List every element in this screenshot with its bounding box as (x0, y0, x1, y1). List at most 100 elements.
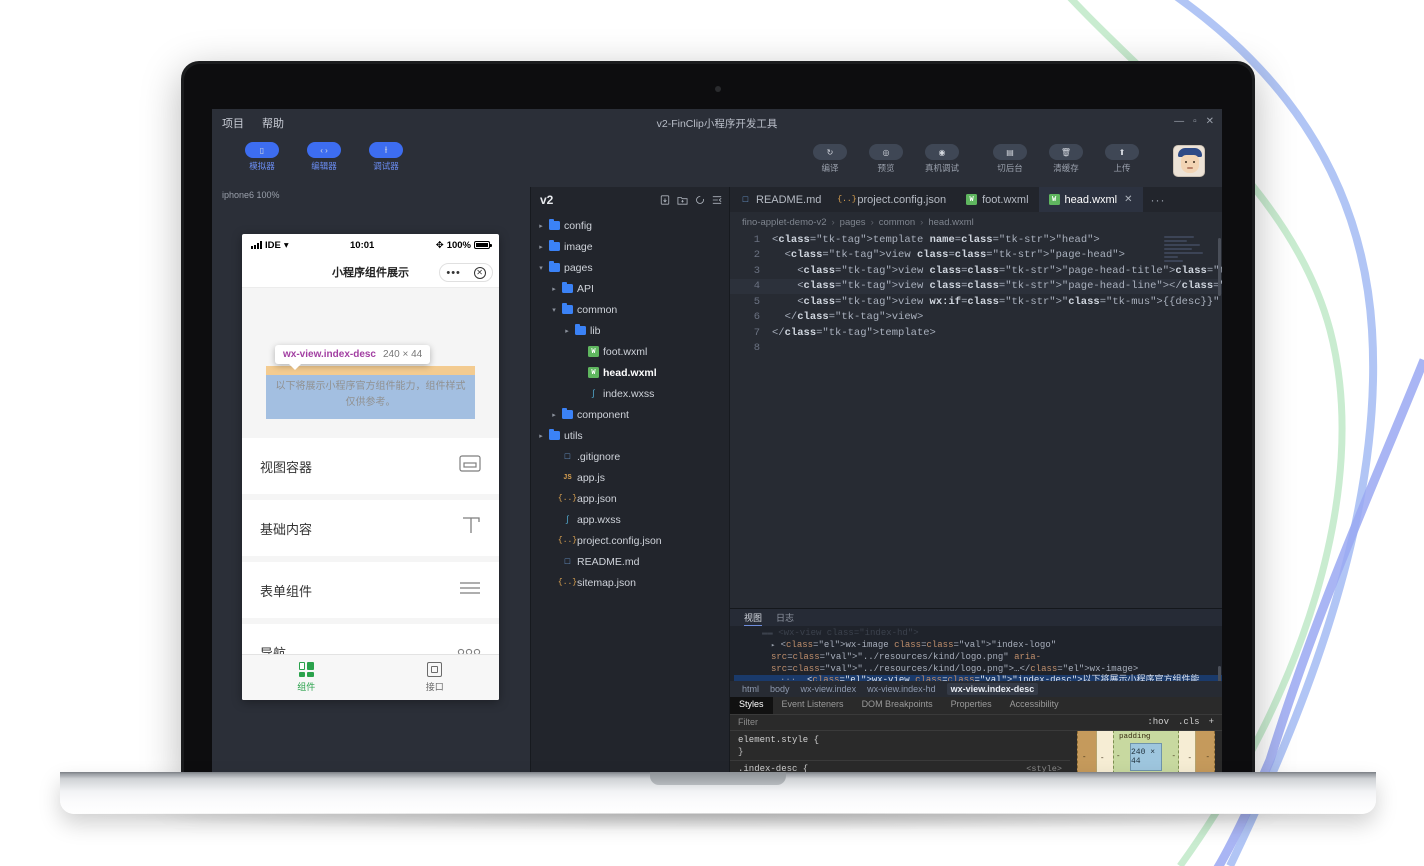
maximize-icon[interactable]: ▫ (1193, 116, 1197, 127)
file-tree-node[interactable]: ▾common (531, 299, 729, 320)
code-line[interactable]: 2 <class="tk-tag">view class=class="tk-s… (730, 248, 1222, 264)
toolbar-button-upload[interactable]: ⬆ 上传 (1096, 144, 1148, 174)
dom-scrollbar[interactable] (1217, 626, 1222, 681)
close-circle-icon[interactable]: ✕ (474, 267, 486, 279)
breadcrumb[interactable]: fino-applet-demo-v2›pages›common›head.wx… (730, 212, 1222, 232)
file-tree-node[interactable]: ▸lib (531, 320, 729, 341)
editor-tab[interactable]: Whead.wxml✕ (1039, 187, 1143, 212)
chevron-down-icon[interactable]: ▾ (537, 264, 545, 272)
border-left-value[interactable]: - (1100, 755, 1105, 763)
close-icon[interactable]: ✕ (1206, 116, 1214, 127)
window-controls[interactable]: — ▫ ✕ (1174, 116, 1214, 127)
file-tree-node[interactable]: {..}app.json (531, 488, 729, 509)
breadcrumb-segment[interactable]: head.wxml (928, 217, 973, 228)
file-tree-node[interactable]: {..}sitemap.json (531, 572, 729, 593)
editor-scrollbar[interactable] (1217, 232, 1222, 608)
refresh-icon[interactable] (695, 195, 705, 205)
collapse-icon[interactable] (712, 195, 722, 205)
editor-minimap[interactable] (1164, 236, 1212, 426)
styles-panel-tab[interactable]: DOM Breakpoints (853, 697, 942, 714)
toolbar-button-background[interactable]: ▤ 切后台 (984, 144, 1036, 174)
new-file-icon[interactable] (660, 195, 670, 205)
file-tree-node[interactable]: ▸component (531, 404, 729, 425)
file-tree-node[interactable]: ▸API (531, 278, 729, 299)
phone-preview[interactable]: IDE ▾ 10:01 ✥ 100% (242, 234, 499, 700)
file-tree-node[interactable]: □README.md (531, 551, 729, 572)
tab-close-icon[interactable]: ✕ (1124, 194, 1132, 205)
new-folder-icon[interactable] (677, 195, 688, 205)
file-tree-node[interactable]: □.gitignore (531, 446, 729, 467)
editor-tab[interactable]: {..}project.config.json (831, 187, 956, 212)
file-tree-actions[interactable] (660, 195, 722, 205)
devtools-tab[interactable]: 视图 (744, 611, 762, 626)
list-item[interactable]: 视图容器 (242, 438, 499, 494)
toolbar-button-preview[interactable]: ◎ 预览 (860, 144, 912, 174)
styles-panel-tab[interactable]: Properties (942, 697, 1001, 714)
margin-left-value[interactable]: - (1082, 754, 1087, 762)
styles-tab-strip[interactable]: StylesEvent ListenersDOM BreakpointsProp… (730, 697, 1222, 714)
editor-tab[interactable]: □README.md (730, 187, 831, 212)
chevron-right-icon[interactable]: ▸ (537, 222, 545, 230)
file-tree-node[interactable]: ▸image (531, 236, 729, 257)
css-rule-header[interactable]: element.style { (730, 734, 1070, 746)
dom-row-selected[interactable]: ··· <class="el">wx-view class=class="val… (734, 675, 1222, 681)
chevron-right-icon[interactable]: ▸ (537, 432, 545, 440)
file-tree-node[interactable]: Whead.wxml (531, 362, 729, 383)
border-right-value[interactable]: - (1187, 755, 1192, 763)
chevron-right-icon[interactable]: ▸ (537, 243, 545, 251)
code-line[interactable]: 7</class="tk-tag">template> (730, 325, 1222, 341)
element-path-segment[interactable]: wx-view.index (801, 684, 857, 694)
element-path-segment[interactable]: wx-view.index-desc (947, 683, 1039, 695)
styles-filter-input[interactable]: Filter (730, 717, 1147, 727)
chevron-right-icon[interactable]: ▸ (550, 285, 558, 293)
minimize-icon[interactable]: — (1174, 116, 1184, 127)
chevron-right-icon[interactable]: ▸ (771, 642, 775, 650)
breadcrumb-segment[interactable]: common (879, 217, 915, 228)
code-line[interactable]: 5 <class="tk-tag">view wx:if=class="tk-s… (730, 294, 1222, 310)
dom-row-menu-icon[interactable]: ··· (780, 675, 807, 681)
hov-toggle[interactable]: :hov (1147, 717, 1169, 727)
padding-right-value[interactable]: - (1171, 753, 1176, 761)
styles-panel-tab[interactable]: Event Listeners (773, 697, 853, 714)
file-tree-node[interactable]: ▸config (531, 215, 729, 236)
avatar[interactable] (1173, 145, 1205, 177)
styles-panel-tab[interactable]: Accessibility (1001, 697, 1068, 714)
list-item[interactable]: 基础内容 (242, 500, 499, 556)
tab-components[interactable]: 组件 (242, 655, 371, 700)
editor-tab[interactable]: Wfoot.wxml (956, 187, 1038, 212)
element-path-segment[interactable]: html (742, 684, 759, 694)
toolbar-button-clear-cache[interactable]: 🗑 清缓存 (1040, 144, 1092, 174)
breadcrumb-segment[interactable]: fino-applet-demo-v2 (742, 217, 827, 228)
toolbar-button-editor[interactable]: ‹ › 编辑器 (298, 142, 350, 172)
styles-filter-row[interactable]: Filter :hov .cls + (730, 714, 1222, 731)
chevron-down-icon[interactable]: ▾ (550, 306, 558, 314)
code-editor[interactable]: 1<class="tk-tag">template name=class="tk… (730, 232, 1222, 608)
box-model-content[interactable]: 240 × 44 (1130, 743, 1162, 771)
element-path-segment[interactable]: body (770, 684, 790, 694)
dom-row[interactable]: ▸ <class="el">wx-image class=class="val"… (734, 640, 1222, 676)
file-tree-list[interactable]: ▸config▸image▾pages▸API▾common▸libWfoot.… (531, 212, 729, 593)
styles-panel-tab[interactable]: Styles (730, 697, 773, 714)
element-path-segment[interactable]: wx-view.index-hd (867, 684, 936, 694)
add-rule-button[interactable]: + (1209, 717, 1214, 727)
css-selector[interactable]: element.style { (738, 735, 819, 745)
code-line[interactable]: 8 (730, 341, 1222, 357)
toolbar-button-simulator[interactable]: ▯ 模拟器 (236, 142, 288, 172)
file-tree-node[interactable]: Wfoot.wxml (531, 341, 729, 362)
toolbar-button-compile[interactable]: ↻ 编译 (804, 144, 856, 174)
devtools-tab-strip[interactable]: 视图日志 (730, 609, 1222, 626)
code-line[interactable]: 3 <class="tk-tag">view class=class="tk-s… (730, 263, 1222, 279)
padding-top-value[interactable]: - (1144, 733, 1149, 741)
code-line[interactable]: 1<class="tk-tag">template name=class="tk… (730, 232, 1222, 248)
list-item[interactable]: 表单组件 (242, 562, 499, 618)
file-tree-node[interactable]: {..}project.config.json (531, 530, 729, 551)
editor-tabs-overflow-icon[interactable]: ··· (1143, 187, 1174, 212)
more-dots-icon[interactable]: ••• (446, 270, 461, 276)
file-tree-node[interactable]: ∫app.wxss (531, 509, 729, 530)
phone-capsule-buttons[interactable]: ••• ✕ (439, 263, 493, 282)
chevron-right-icon[interactable]: ▸ (563, 327, 571, 335)
element-breadcrumb[interactable]: html body wx-view.index wx-view.index-hd wx-… (730, 681, 1222, 697)
devtools-tab[interactable]: 日志 (776, 611, 794, 626)
breadcrumb-segment[interactable]: pages (840, 217, 866, 228)
file-tree-node[interactable]: JSapp.js (531, 467, 729, 488)
